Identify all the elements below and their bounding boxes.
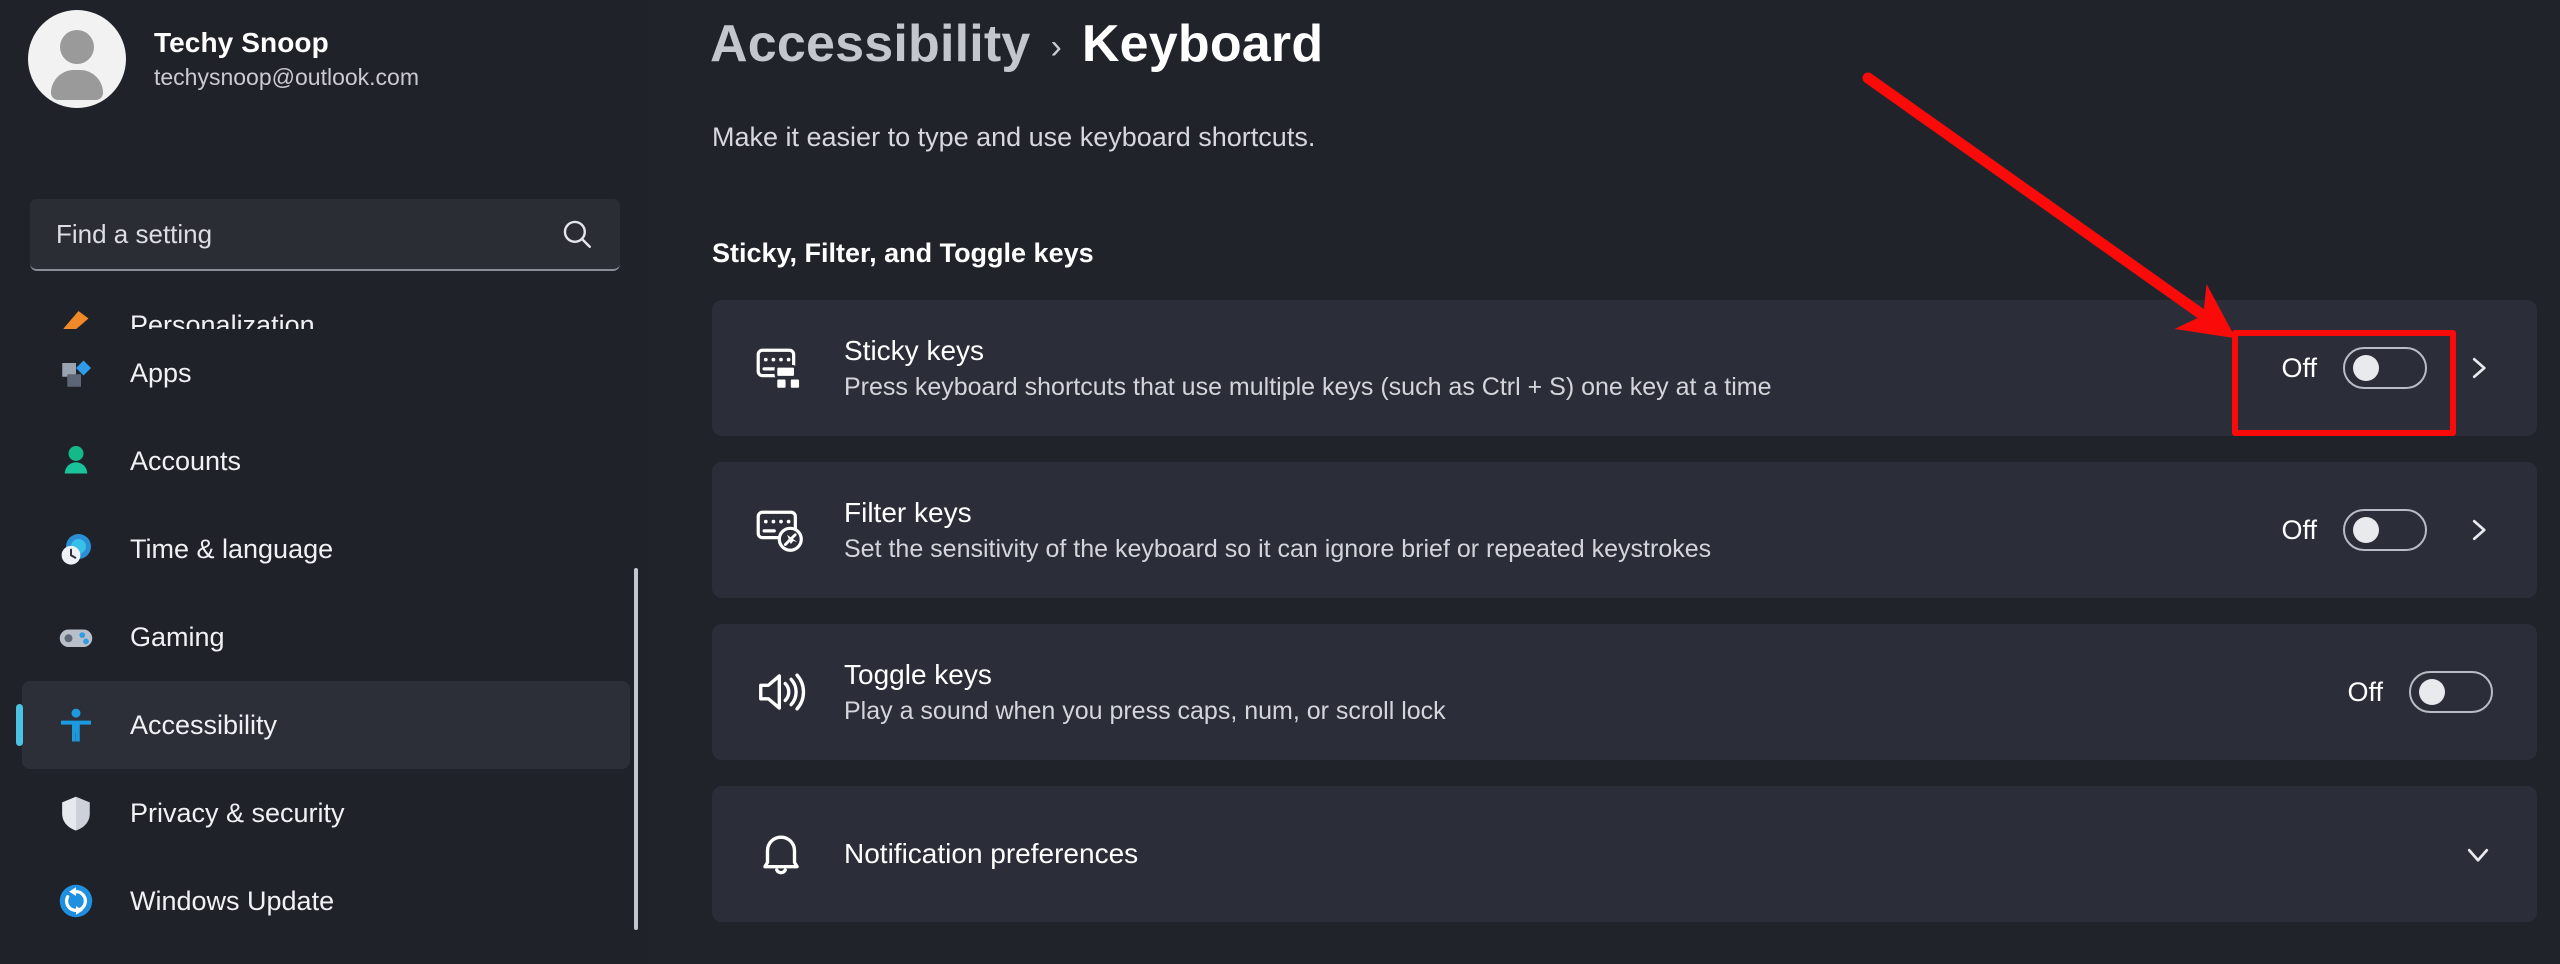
settings-sidebar: Techy Snoop techysnoop@outlook.com Find … bbox=[0, 0, 648, 964]
settings-row-filter-keys[interactable]: Filter keys Set the sensitivity of the ke… bbox=[712, 462, 2537, 598]
sidebar-item-label: Accessibility bbox=[130, 709, 278, 740]
search-icon bbox=[563, 220, 591, 248]
sidebar-item-label: Time & language bbox=[130, 533, 334, 564]
time-language-icon bbox=[54, 527, 98, 571]
toggle-state-label: Off bbox=[2281, 352, 2317, 383]
page-title: Keyboard bbox=[1081, 15, 1324, 73]
sidebar-item-label: Privacy & security bbox=[130, 797, 345, 828]
row-description: Play a sound when you press caps, num, o… bbox=[844, 696, 1446, 725]
settings-row-notification-preferences[interactable]: Notification preferences bbox=[712, 786, 2537, 922]
sidebar-item-privacy-security[interactable]: Privacy & security bbox=[22, 769, 630, 857]
page-subtitle: Make it easier to type and use keyboard … bbox=[712, 122, 1316, 152]
filter-keys-icon bbox=[752, 501, 810, 559]
account-header[interactable]: Techy Snoop techysnoop@outlook.com bbox=[28, 10, 419, 108]
personalization-icon bbox=[54, 299, 98, 329]
sidebar-item-gaming[interactable]: Gaming bbox=[22, 593, 630, 681]
chevron-right-icon[interactable] bbox=[2463, 515, 2493, 545]
gaming-icon bbox=[54, 615, 98, 659]
row-title: Sticky keys bbox=[844, 334, 985, 366]
toggle-switch[interactable] bbox=[2343, 509, 2427, 551]
settings-row-sticky-keys[interactable]: Sticky keys Press keyboard shortcuts that… bbox=[712, 300, 2537, 436]
search-input[interactable]: Find a setting bbox=[30, 199, 620, 271]
toggle-state-label: Off bbox=[2281, 514, 2317, 545]
sidebar-item-accounts[interactable]: Accounts bbox=[22, 417, 630, 505]
row-description: Set the sensitivity of the keyboard so i… bbox=[844, 534, 1712, 563]
row-title: Filter keys bbox=[844, 496, 972, 528]
settings-row-toggle-keys[interactable]: Toggle keys Play a sound when you press c… bbox=[712, 624, 2537, 760]
apps-icon bbox=[54, 351, 98, 395]
account-name: Techy Snoop bbox=[154, 27, 329, 58]
shield-icon bbox=[54, 791, 98, 835]
row-title: Toggle keys bbox=[844, 658, 992, 690]
sidebar-nav: Personalization Apps Accounts Time & langua… bbox=[0, 285, 648, 945]
section-heading: Sticky, Filter, and Toggle keys bbox=[712, 238, 1094, 268]
account-email: techysnoop@outlook.com bbox=[154, 64, 419, 90]
row-title: Notification preferences bbox=[844, 838, 1139, 869]
sidebar-item-time-language[interactable]: Time & language bbox=[22, 505, 630, 593]
toggle-switch[interactable] bbox=[2343, 347, 2427, 389]
settings-main-pane: Accessibility › Keyboard Make it easier … bbox=[648, 0, 2560, 964]
settings-window: Techy Snoop techysnoop@outlook.com Find … bbox=[0, 0, 2560, 964]
chevron-right-icon[interactable] bbox=[2463, 353, 2493, 383]
sidebar-item-label: Apps bbox=[130, 357, 192, 388]
sidebar-item-label: Accounts bbox=[130, 445, 242, 476]
speaker-icon bbox=[752, 663, 810, 721]
sidebar-item-label: Gaming bbox=[130, 621, 225, 652]
sidebar-item-apps[interactable]: Apps bbox=[22, 329, 630, 417]
breadcrumb-root-link[interactable]: Accessibility bbox=[710, 14, 1031, 74]
windows-update-icon bbox=[54, 879, 98, 923]
sidebar-item-label: Personalization bbox=[130, 310, 315, 329]
chevron-down-icon[interactable] bbox=[2463, 839, 2493, 869]
sidebar-scrollbar[interactable] bbox=[634, 568, 638, 930]
breadcrumb-separator-icon: › bbox=[1050, 27, 1062, 66]
toggle-switch[interactable] bbox=[2409, 671, 2493, 713]
sidebar-item-label: Windows Update bbox=[130, 885, 335, 916]
person-avatar-icon bbox=[28, 10, 126, 108]
breadcrumb: Accessibility › Keyboard bbox=[710, 14, 1323, 74]
toggle-state-label: Off bbox=[2347, 676, 2383, 707]
accessibility-icon bbox=[54, 703, 98, 747]
accounts-icon bbox=[54, 439, 98, 483]
sidebar-item-windows-update[interactable]: Windows Update bbox=[22, 857, 630, 945]
search-placeholder: Find a setting bbox=[56, 218, 213, 249]
bell-icon bbox=[752, 825, 810, 883]
sidebar-item-personalization[interactable]: Personalization bbox=[22, 285, 630, 329]
row-description: Press keyboard shortcuts that use multip… bbox=[844, 372, 1772, 401]
sidebar-item-accessibility[interactable]: Accessibility bbox=[22, 681, 630, 769]
sticky-keys-icon bbox=[752, 339, 810, 397]
